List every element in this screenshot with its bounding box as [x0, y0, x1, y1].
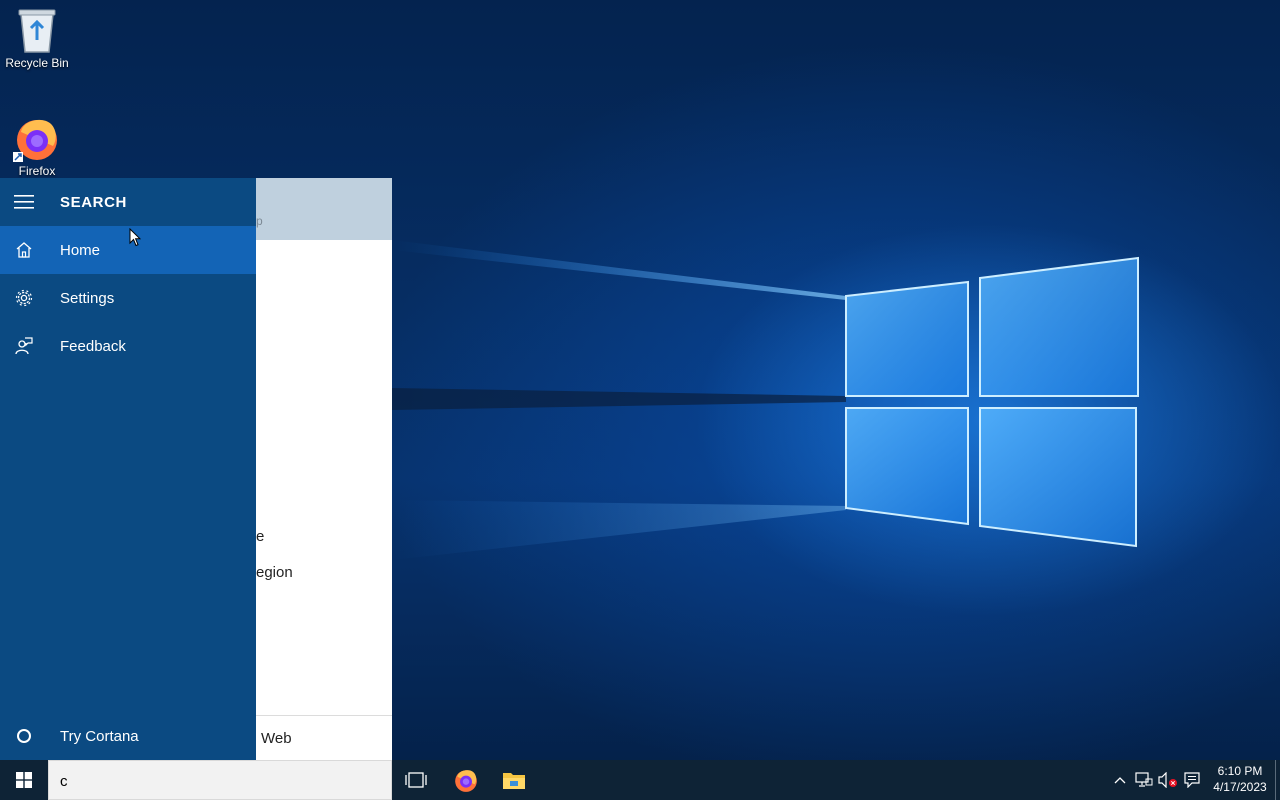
- firefox-icon: [455, 770, 477, 792]
- nav-item-feedback[interactable]: Feedback: [0, 322, 256, 370]
- mouse-cursor-icon: [129, 228, 141, 247]
- chevron-up-icon: [1114, 777, 1126, 784]
- search-web-footer[interactable]: Web: [256, 715, 392, 760]
- recycle-bin-icon: [18, 9, 56, 53]
- nav-item-label: Home: [60, 241, 101, 259]
- nav-item-label: Feedback: [60, 337, 126, 355]
- results-header: p: [256, 178, 392, 240]
- desktop-icon-label: Recycle Bin: [5, 56, 69, 70]
- taskbar: c 6:10 PM 4/17/2023: [0, 760, 1280, 800]
- taskbar-firefox-button[interactable]: [442, 760, 490, 800]
- desktop-icon-recycle-bin[interactable]: Recycle Bin: [0, 6, 74, 70]
- nav-item-try-cortana[interactable]: Try Cortana: [0, 712, 256, 760]
- windows-logo-icon: [16, 772, 32, 788]
- results-header-text: p: [256, 214, 263, 228]
- nav-item-label: Try Cortana: [60, 727, 139, 745]
- nav-header-title: SEARCH: [60, 193, 127, 211]
- search-results-pane: p e egion Web: [256, 178, 392, 760]
- network-icon: [1135, 772, 1153, 787]
- folder-icon: [503, 773, 525, 789]
- volume-button[interactable]: [1156, 760, 1180, 800]
- action-center-button[interactable]: [1180, 760, 1204, 800]
- feedback-icon: [0, 322, 48, 370]
- search-result-item[interactable]: egion: [256, 564, 293, 581]
- start-button[interactable]: [0, 760, 48, 800]
- show-hidden-icons-button[interactable]: [1108, 760, 1132, 800]
- task-view-icon: [405, 772, 427, 788]
- cortana-icon: [0, 712, 48, 760]
- home-icon: [0, 226, 48, 274]
- clock-date: 4/17/2023: [1213, 780, 1267, 794]
- nav-header: SEARCH: [0, 178, 256, 226]
- search-nav-pane: SEARCH Home Settings Feedback Try Cortan…: [0, 178, 256, 760]
- desktop-icon-firefox[interactable]: Firefox: [0, 114, 74, 178]
- hamburger-menu-icon[interactable]: [0, 178, 48, 226]
- volume-muted-icon: [1158, 772, 1177, 788]
- action-center-icon: [1184, 772, 1200, 788]
- nav-item-settings[interactable]: Settings: [0, 274, 256, 322]
- taskbar-file-explorer-button[interactable]: [490, 760, 538, 800]
- search-web-label: Web: [261, 730, 292, 747]
- taskbar-clock[interactable]: 6:10 PM 4/17/2023: [1206, 760, 1274, 800]
- clock-time: 6:10 PM: [1217, 764, 1263, 778]
- show-desktop-button[interactable]: [1275, 760, 1280, 800]
- task-view-button[interactable]: [392, 760, 440, 800]
- search-result-item[interactable]: e: [256, 528, 264, 545]
- nav-item-home[interactable]: Home: [0, 226, 256, 274]
- network-button[interactable]: [1132, 760, 1156, 800]
- taskbar-search-input[interactable]: c: [48, 760, 392, 800]
- nav-item-label: Settings: [60, 289, 115, 307]
- desktop-icon-label: Firefox: [18, 164, 56, 178]
- gear-icon: [0, 274, 48, 322]
- firefox-icon: [13, 119, 57, 162]
